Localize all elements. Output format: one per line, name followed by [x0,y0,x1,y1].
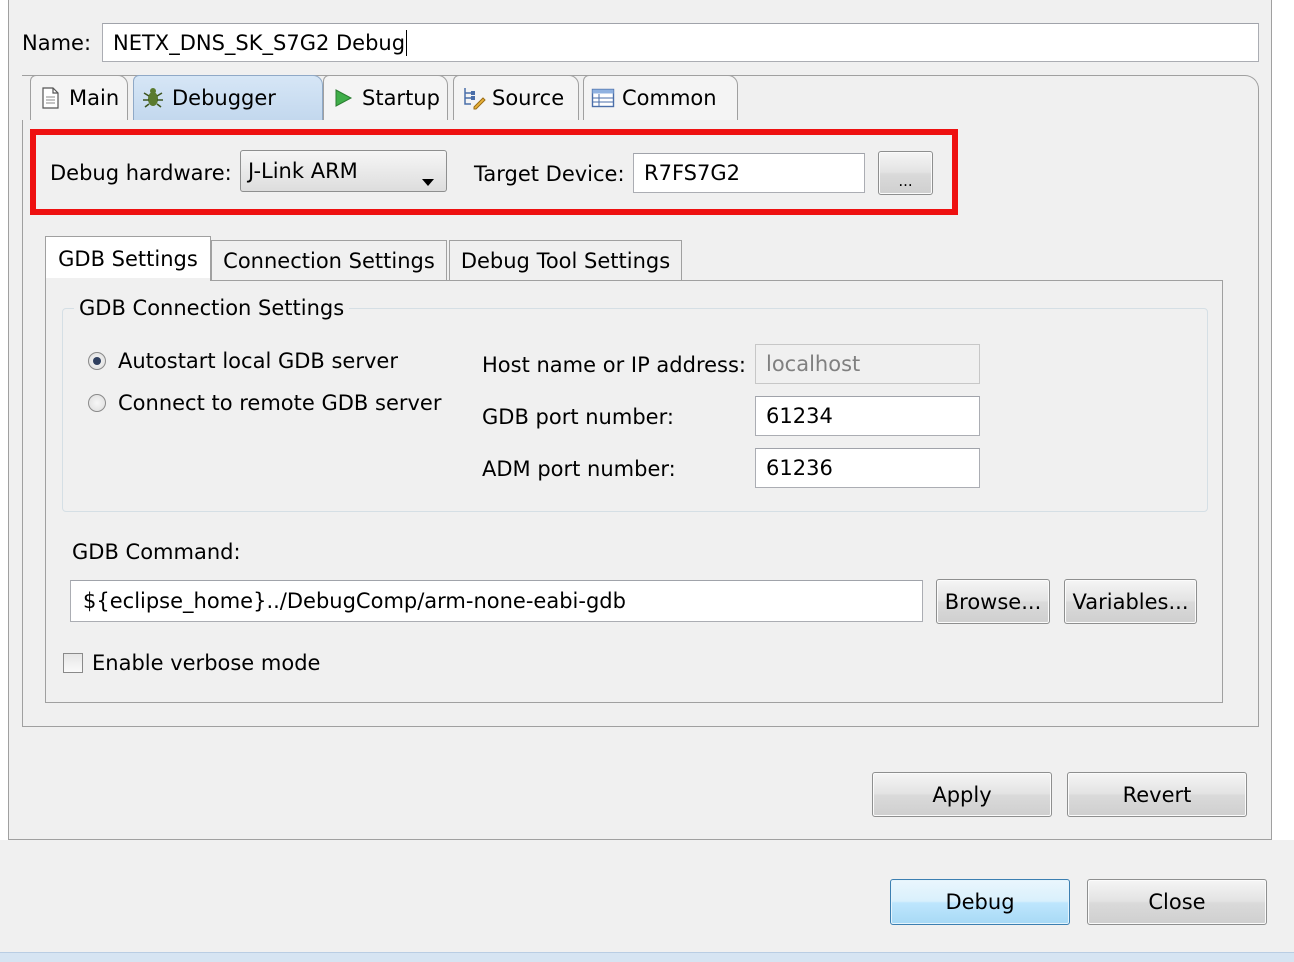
revert-button-label: Revert [1122,782,1192,807]
bug-icon [140,85,166,111]
apply-button-label: Apply [932,782,992,807]
tab-gdb-settings[interactable]: GDB Settings [45,236,211,281]
tab-gdb-settings-label: GDB Settings [58,247,198,271]
adm-port-input[interactable]: 61236 [755,448,980,488]
remote-radio-label: Connect to remote GDB server [118,391,442,415]
text-cursor [406,29,408,56]
autostart-radio[interactable] [88,352,106,370]
host-label: Host name or IP address: [482,353,746,377]
selected-tab-joiner [46,278,210,282]
debug-button-label: Debug [945,890,1015,914]
radio-selected-dot [93,357,101,365]
tab-main-label: Main [69,86,120,110]
variables-button[interactable]: Variables... [1064,579,1197,624]
verbose-checkbox-row[interactable]: Enable verbose mode [63,651,320,675]
browse-button[interactable]: Browse... [936,579,1050,624]
chevron-down-icon [422,168,434,192]
tab-source[interactable]: Source [453,75,579,120]
close-button[interactable]: Close [1087,879,1267,925]
remote-radio[interactable] [88,394,106,412]
gdb-port-input[interactable]: 61234 [755,396,980,436]
apply-button[interactable]: Apply [872,772,1052,817]
adm-port-label: ADM port number: [482,457,676,481]
remote-radio-row[interactable]: Connect to remote GDB server [88,391,442,415]
target-device-browse-label: ... [898,172,913,190]
verbose-checkbox[interactable] [63,653,83,673]
target-device-input[interactable]: R7FS7G2 [633,153,865,193]
debug-hardware-select[interactable]: J-Link ARM [240,150,447,192]
variables-button-label: Variables... [1072,589,1189,614]
close-button-label: Close [1148,890,1206,914]
debug-hardware-label: Debug hardware: [50,161,232,185]
tab-startup-label: Startup [362,86,440,110]
target-device-browse-button[interactable]: ... [878,151,933,195]
table-icon [590,85,616,111]
autostart-radio-label: Autostart local GDB server [118,349,398,373]
autostart-radio-row[interactable]: Autostart local GDB server [88,349,398,373]
adm-port-value: 61236 [766,456,833,480]
tab-main[interactable]: Main [30,75,128,120]
tab-connection-settings[interactable]: Connection Settings [211,240,447,280]
tab-debugger[interactable]: Debugger [133,75,323,120]
config-name-input[interactable]: NETX_DNS_SK_S7G2 Debug [102,23,1259,62]
tab-common-label: Common [622,86,717,110]
verbose-label: Enable verbose mode [92,651,321,675]
document-icon [37,85,63,111]
tab-debug-tool-settings[interactable]: Debug Tool Settings [449,240,682,280]
tab-common[interactable]: Common [583,75,738,120]
tab-source-label: Source [492,86,565,110]
config-name-value: NETX_DNS_SK_S7G2 Debug [113,30,406,55]
source-tree-icon [460,85,486,111]
gdb-command-label: GDB Command: [72,540,241,564]
dialog-bottom-edge [0,952,1294,962]
browse-button-label: Browse... [944,589,1042,614]
target-device-label: Target Device: [474,162,625,186]
host-input[interactable]: localhost [755,344,980,384]
tab-debug-tool-settings-label: Debug Tool Settings [460,248,671,273]
gdb-port-value: 61234 [766,404,833,428]
debug-hardware-value: J-Link ARM [248,159,358,183]
play-icon [330,85,356,111]
target-device-value: R7FS7G2 [644,161,740,185]
gdb-connection-group-title: GDB Connection Settings [74,296,350,320]
name-label: Name: [22,31,92,55]
gdb-command-value: ${eclipse_home}../DebugComp/arm-none-eab… [83,589,626,613]
debug-button[interactable]: Debug [890,879,1070,925]
tab-debugger-label: Debugger [172,86,276,110]
host-value: localhost [766,352,861,376]
tab-connection-settings-label: Connection Settings [223,248,435,273]
revert-button[interactable]: Revert [1067,772,1247,817]
gdb-command-input[interactable]: ${eclipse_home}../DebugComp/arm-none-eab… [70,580,923,622]
gdb-port-label: GDB port number: [482,405,674,429]
tab-startup[interactable]: Startup [323,75,448,120]
